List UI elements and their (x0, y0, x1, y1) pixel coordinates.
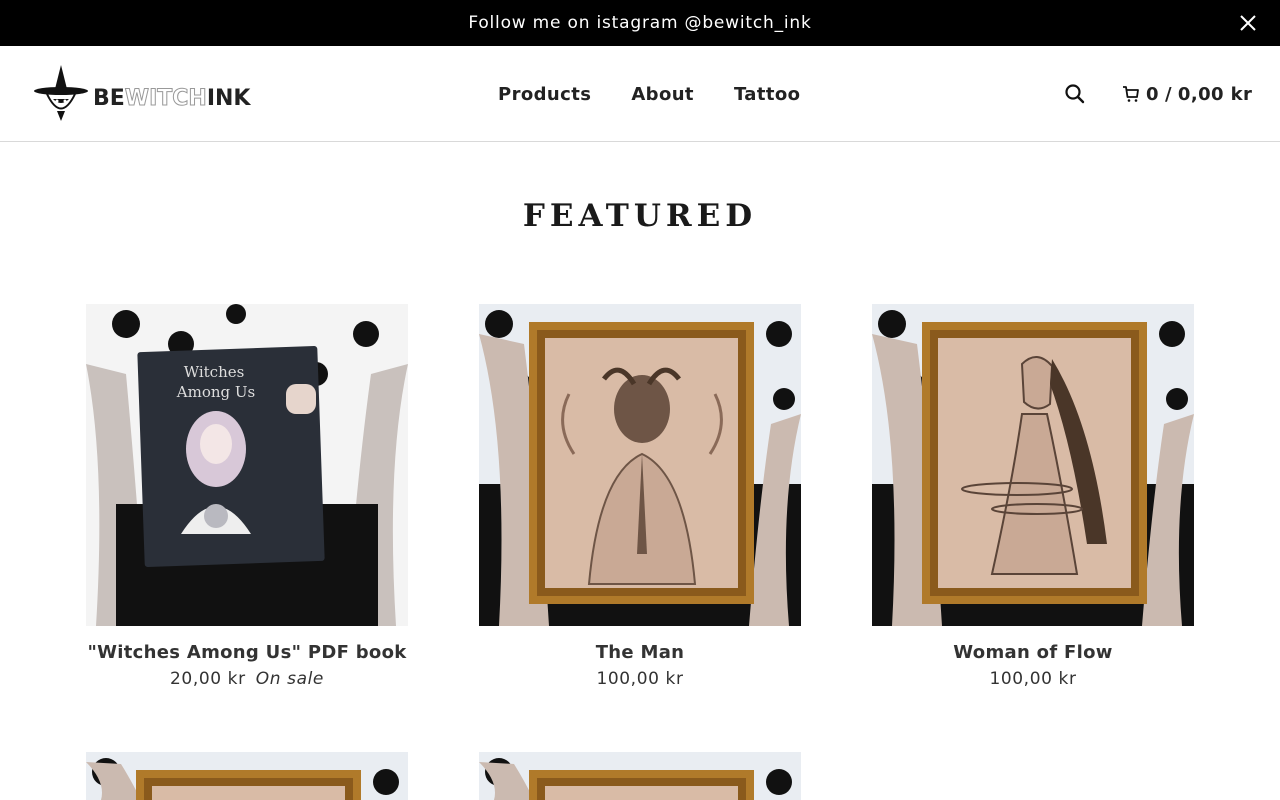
close-icon[interactable] (1238, 13, 1258, 33)
cart-button[interactable]: 0 / 0,00 kr (1122, 46, 1252, 142)
product-price-row: 20,00 kr On sale (86, 669, 408, 689)
svg-text:Among Us: Among Us (176, 383, 255, 401)
product-card[interactable]: Witches Among Us "Witches Among Us" PDF … (86, 304, 408, 689)
nav-about[interactable]: About (631, 84, 694, 105)
cart-icon (1123, 86, 1139, 102)
product-card[interactable] (479, 752, 801, 800)
site-logo[interactable]: BEWITCHINK (33, 63, 250, 125)
product-image[interactable] (86, 752, 408, 800)
section-title: FEATURED (522, 198, 758, 234)
product-price-row: 100,00 kr (479, 669, 801, 689)
search-icon[interactable] (1064, 83, 1086, 105)
product-price: 100,00 kr (596, 669, 684, 689)
product-price-row: 100,00 kr (872, 669, 1194, 689)
site-header: BEWITCHINK Products About Tattoo 0 / 0,0… (0, 46, 1280, 142)
svg-text:Witches: Witches (184, 363, 245, 381)
product-name[interactable]: "Witches Among Us" PDF book (86, 642, 408, 663)
product-image[interactable] (479, 752, 801, 800)
nav-products[interactable]: Products (498, 84, 591, 105)
product-card[interactable] (86, 752, 408, 800)
cart-count: 0 (1146, 83, 1159, 105)
product-card[interactable]: The Man 100,00 kr (479, 304, 801, 689)
cart-separator: / (1164, 83, 1172, 105)
cart-total: 0,00 kr (1177, 83, 1253, 105)
product-price: 100,00 kr (989, 669, 1077, 689)
announcement-text: Follow me on istagram @bewitch_ink (468, 13, 812, 33)
product-name[interactable]: The Man (479, 642, 801, 663)
witch-hat-logo-icon (34, 65, 88, 121)
sale-badge: On sale (255, 669, 324, 689)
product-image[interactable] (872, 304, 1194, 626)
main-nav: Products About Tattoo (498, 46, 800, 142)
product-image[interactable] (479, 304, 801, 626)
product-image[interactable]: Witches Among Us (86, 304, 408, 626)
logo-wordmark: BEWITCHINK (93, 85, 251, 111)
announcement-bar: Follow me on istagram @bewitch_ink (0, 0, 1280, 46)
nav-tattoo[interactable]: Tattoo (734, 84, 800, 105)
product-card[interactable]: Woman of Flow 100,00 kr (872, 304, 1194, 689)
product-name[interactable]: Woman of Flow (872, 642, 1194, 663)
product-price: 20,00 kr (170, 669, 246, 689)
